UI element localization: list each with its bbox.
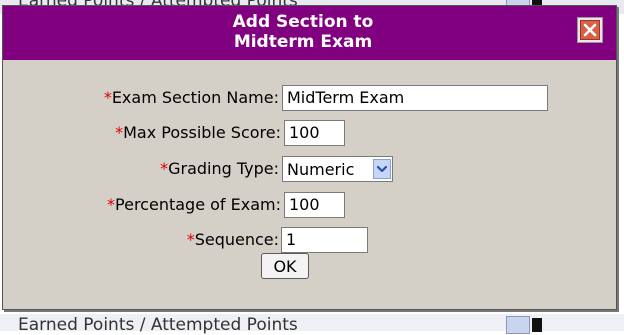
grading-type-select[interactable]: Numeric	[282, 156, 393, 182]
required-marker: *	[115, 123, 124, 142]
add-section-dialog: Add Section to Midterm Exam *Exam Sectio…	[2, 5, 617, 310]
close-button[interactable]	[577, 17, 603, 43]
max-score-label: *Max Possible Score:	[115, 123, 281, 142]
dialog-title-line1: Add Section to	[232, 12, 374, 32]
sequence-label: *Sequence:	[186, 230, 279, 249]
section-name-label: *Exam Section Name:	[103, 88, 279, 107]
percentage-label: *Percentage of Exam:	[107, 195, 281, 214]
section-name-row: *Exam Section Name:	[3, 84, 279, 112]
background-dropdown-bottom[interactable]	[506, 316, 530, 334]
ok-button[interactable]: OK	[261, 253, 309, 279]
background-row-bottom-text: Earned Points / Attempted Points	[18, 315, 298, 335]
sequence-row: *Sequence:	[3, 226, 279, 254]
sequence-input[interactable]: 1	[281, 227, 368, 253]
required-marker: *	[160, 159, 169, 178]
grading-type-value: Numeric	[287, 159, 355, 179]
dialog-title: Add Section to Midterm Exam	[153, 12, 453, 52]
percentage-input[interactable]: 100	[284, 192, 345, 218]
max-score-row: *Max Possible Score:	[3, 119, 281, 147]
background-marker-bottom	[532, 318, 542, 332]
required-marker: *	[107, 195, 116, 214]
chevron-down-icon[interactable]	[373, 159, 391, 179]
required-marker: *	[186, 230, 195, 249]
close-icon	[580, 20, 600, 40]
required-marker: *	[103, 88, 112, 107]
dialog-title-line2: Midterm Exam	[233, 32, 373, 52]
section-name-input[interactable]: MidTerm Exam	[282, 85, 548, 111]
max-score-input[interactable]: 100	[284, 120, 345, 146]
grading-type-row: *Grading Type:	[3, 155, 279, 183]
percentage-row: *Percentage of Exam:	[3, 191, 281, 219]
dialog-titlebar: Add Section to Midterm Exam	[3, 6, 616, 60]
grading-type-label: *Grading Type:	[160, 159, 279, 178]
